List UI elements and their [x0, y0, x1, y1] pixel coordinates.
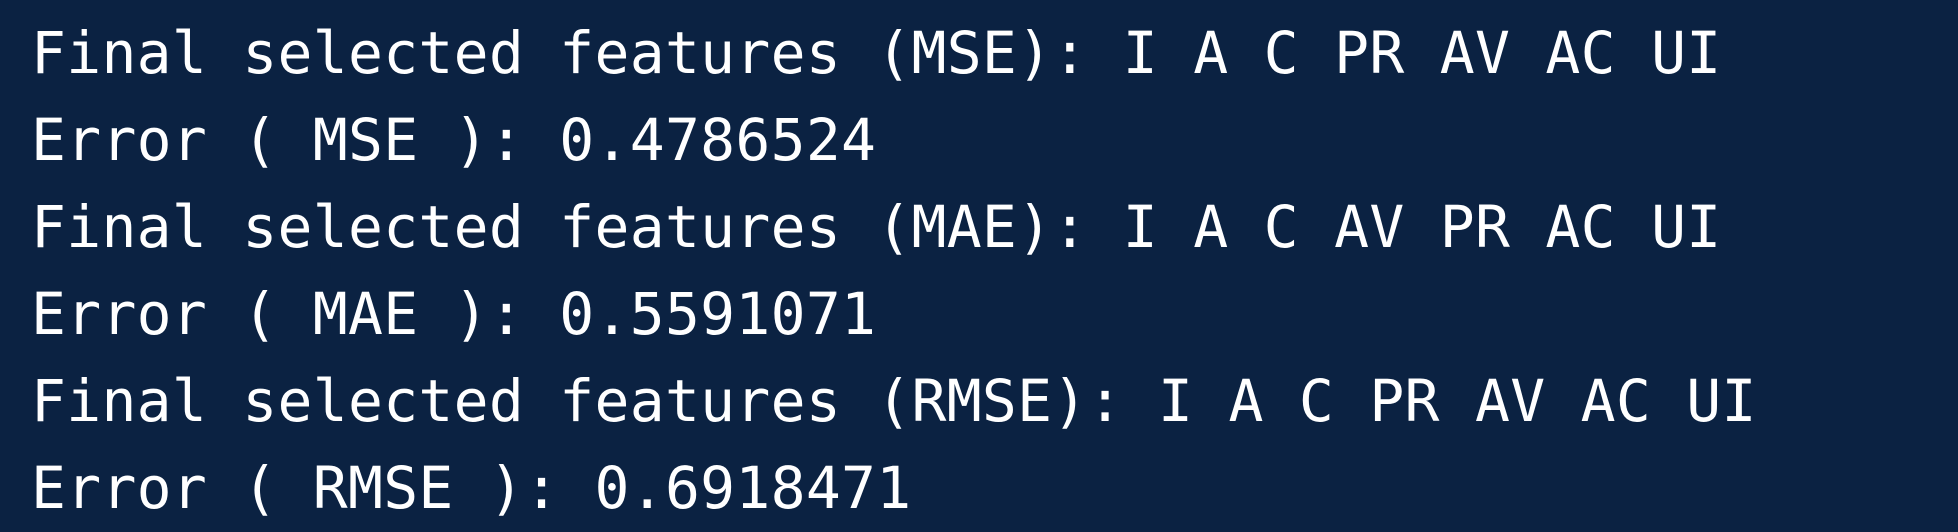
output-line-mse-features: Final selected features (MSE): I A C PR … [31, 19, 1722, 87]
output-line-rmse-features: Final selected features (RMSE): I A C PR… [31, 367, 1757, 435]
output-line-mse-error: Error ( MSE ): 0.4786524 [31, 106, 877, 174]
output-line-mae-error: Error ( MAE ): 0.5591071 [31, 280, 877, 348]
output-line-mae-features: Final selected features (MAE): I A C AV … [31, 193, 1722, 261]
terminal-output: Final selected features (MSE): I A C PR … [0, 0, 1958, 532]
output-line-rmse-error: Error ( RMSE ): 0.6918471 [31, 454, 912, 522]
